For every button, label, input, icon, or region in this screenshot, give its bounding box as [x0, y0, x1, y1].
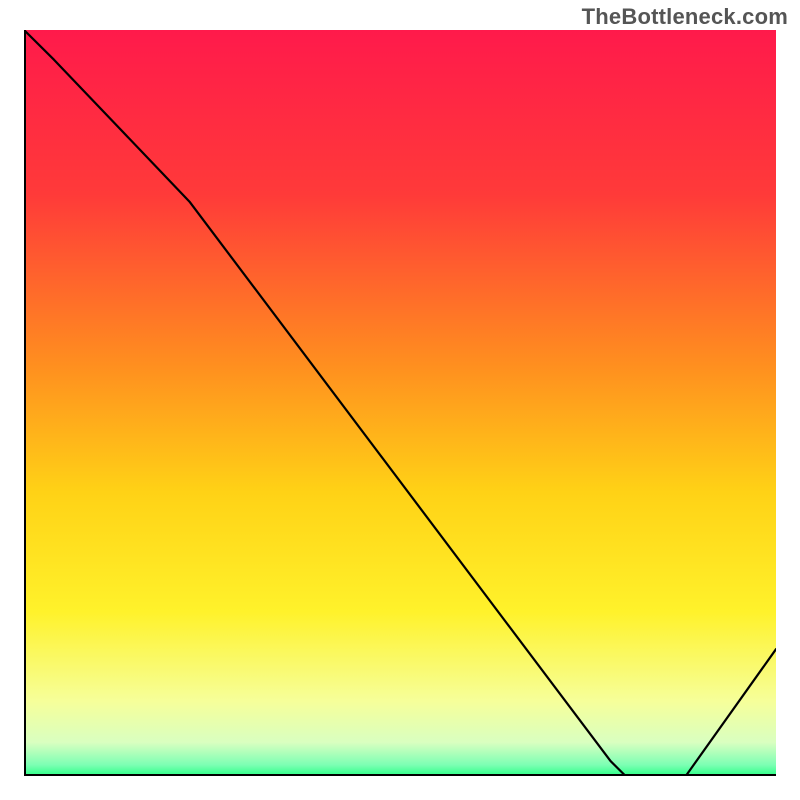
chart-background	[24, 30, 776, 776]
watermark-text: TheBottleneck.com	[582, 4, 788, 30]
chart-root: TheBottleneck.com	[0, 0, 800, 800]
plot-area	[24, 30, 776, 776]
chart-svg	[24, 30, 776, 776]
